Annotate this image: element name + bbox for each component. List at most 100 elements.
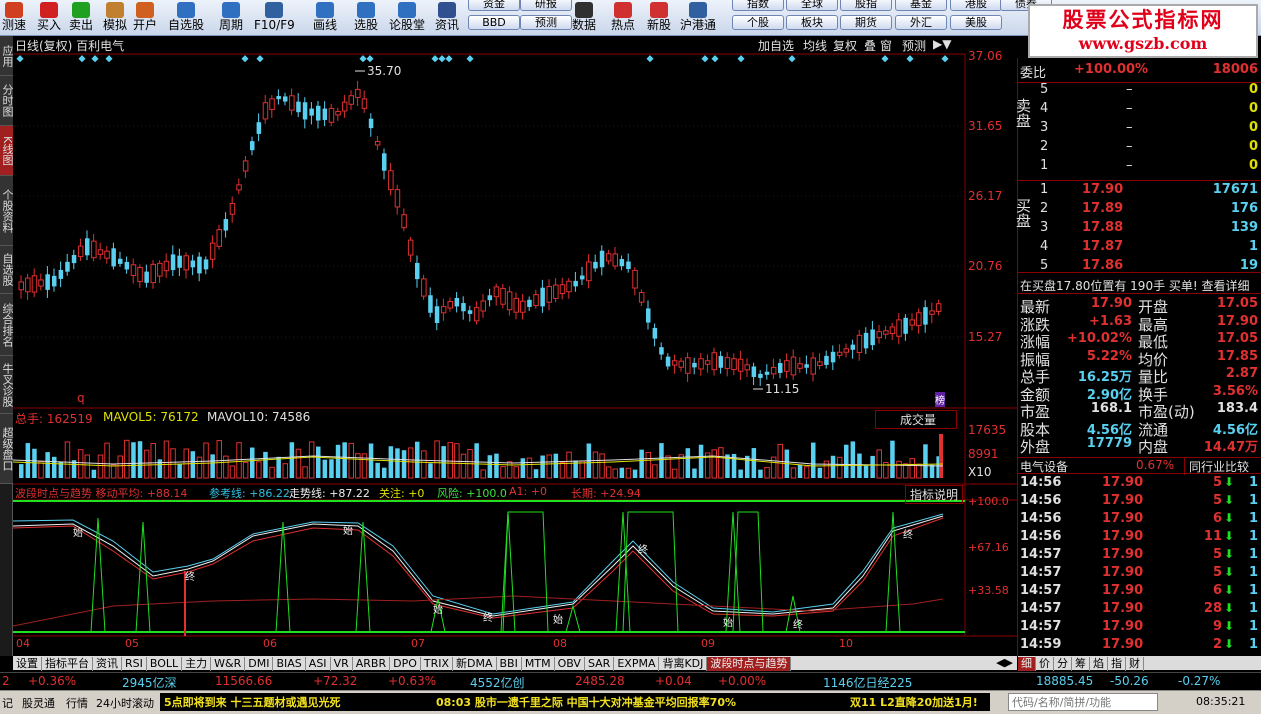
indicator-tab-5[interactable]: 主力 — [182, 657, 212, 671]
indicator-tab-4[interactable]: BOLL — [147, 657, 183, 671]
toolbar-speedometer-button[interactable]: 测速 — [0, 0, 28, 36]
indicator-tab-12[interactable]: DPO — [390, 657, 421, 671]
toolbar-hot-button[interactable]: 热点 — [608, 0, 638, 36]
indicator-tab-20[interactable]: 背离KDJ — [659, 657, 708, 671]
toolbar-sell-button[interactable]: 卖出 — [66, 0, 96, 36]
toolbar-filter-button[interactable]: 选股 — [350, 0, 382, 36]
left-tab-2[interactable]: K线图 — [0, 126, 14, 176]
volume-bar — [203, 442, 209, 479]
panel-tab-3[interactable]: 筹 — [1072, 657, 1090, 671]
vol-axis-label: 8991 — [968, 447, 999, 461]
pill-9[interactable]: 期货 — [840, 15, 892, 30]
indicator-tab-13[interactable]: TRIX — [421, 657, 454, 671]
indicator-tab-18[interactable]: SAR — [585, 657, 615, 671]
status-s3[interactable]: 行情 — [66, 695, 88, 711]
indicator-tab-8[interactable]: BIAS — [273, 657, 306, 671]
left-tab-4[interactable]: 自选股 — [0, 246, 14, 294]
toolbar-chat-button[interactable]: 论股堂 — [387, 0, 427, 36]
toolbar-new-button[interactable]: 新股 — [644, 0, 674, 36]
indicator-tab-2[interactable]: 资讯 — [93, 657, 122, 671]
news-ticker-2[interactable]: 08:03 股市一遗千里之际 中国十大对冲基金平均回报率70% — [436, 694, 736, 710]
indicator-tab-6[interactable]: W&R — [211, 657, 246, 671]
indicator-tab-19[interactable]: EXPMA — [614, 657, 660, 671]
pill-13[interactable]: 美股 — [950, 15, 1002, 30]
left-tab-3[interactable]: 个股资料 — [0, 176, 14, 246]
panel-tab-5[interactable]: 指 — [1108, 657, 1126, 671]
status-s2[interactable]: 股灵通 — [22, 695, 55, 711]
pill-4[interactable]: 指数 — [732, 0, 784, 11]
left-tab-7[interactable]: 超级盘口 — [0, 414, 14, 484]
panel-tab-0[interactable]: 细 — [1018, 657, 1036, 671]
indicator-tab-17[interactable]: OBV — [555, 657, 585, 671]
pill-8[interactable]: 股指 — [840, 0, 892, 11]
indicator-tab-7[interactable]: DMI — [245, 657, 274, 671]
pill-11[interactable]: 外汇 — [895, 15, 947, 30]
tick-flag: 1 — [1248, 619, 1258, 634]
news-ticker-3[interactable]: 双11 L2直降20加送1月! — [850, 694, 978, 710]
pill-12[interactable]: 港股 — [950, 0, 1002, 11]
toolbar-hk-button[interactable]: 沪港通 — [678, 0, 718, 36]
left-tab-5[interactable]: 综合排名 — [0, 294, 14, 356]
indicator-tab-1[interactable]: 指标平台 — [42, 657, 93, 671]
toolbar-calendar-button[interactable]: 周期 — [214, 0, 248, 36]
chart-btn-3[interactable]: 叠 — [864, 37, 876, 54]
volume-bar — [876, 449, 882, 479]
search-input[interactable] — [1008, 693, 1158, 711]
candle-body — [929, 310, 935, 315]
toolbar-hammer-button[interactable]: 模拟 — [100, 0, 130, 36]
pill-7[interactable]: 板块 — [786, 15, 838, 30]
kline-chart-area[interactable]: 日线(复权) 百利电气 加自选 均线 复权叠窗预测 ▶▼ 37.06 31.65 26.17 2… — [13, 36, 1017, 656]
price-axis-label: 26.17 — [968, 189, 1003, 203]
chart-btn-1[interactable]: 均线 — [803, 37, 827, 54]
panel-tab-2[interactable]: 分 — [1054, 657, 1072, 671]
chart-btn-2[interactable]: 复权 — [833, 37, 857, 54]
indicator-tab-10[interactable]: VR — [331, 657, 353, 671]
toolbar-f10-button[interactable]: F10/F9 — [254, 0, 295, 36]
toolbar-pe-button[interactable]: 数据 — [568, 0, 600, 36]
pill-0[interactable]: 资金 — [468, 0, 520, 11]
tick-price: 17.90 — [1102, 601, 1144, 616]
vol-select[interactable]: 成交量 — [875, 410, 958, 429]
candle-body — [454, 297, 460, 307]
chart-btn-4[interactable]: 窗 — [880, 37, 892, 54]
chart-btn-0[interactable]: 加自选 — [758, 37, 794, 54]
indicator-tab-0[interactable]: 设置 — [13, 657, 42, 671]
toolbar-pencil-button[interactable]: 画线 — [306, 0, 344, 36]
toolbar-account-button[interactable]: 开户 — [130, 0, 160, 36]
left-tab-0[interactable]: 应用 — [0, 36, 14, 76]
indicator-help-button[interactable]: 指标说明 — [905, 485, 964, 504]
sector-name[interactable]: 电气设备 — [1020, 458, 1068, 475]
indicator-tab-16[interactable]: MTM — [522, 657, 555, 671]
left-tab-6[interactable]: 牛叉诊股 — [0, 356, 14, 414]
signal-diamond-icon — [78, 55, 86, 63]
toolbar-buy-button[interactable]: 买入 — [34, 0, 64, 36]
chart-menu-arrow-icon[interactable]: ▶▼ — [933, 37, 951, 51]
chart-btn-5[interactable]: 预测 — [902, 37, 926, 54]
indicator-tab-3[interactable]: RSI — [122, 657, 147, 671]
ind-legend-5: A1: +0 — [509, 485, 547, 498]
pill-6[interactable]: 个股 — [732, 15, 784, 30]
tab-scroll-arrows-icon[interactable]: ◀▶ — [996, 656, 1013, 669]
news-ticker-1[interactable]: 5点即将到来 十三五题材或遇见光死 — [164, 694, 340, 710]
peer-compare-button[interactable]: 同行业比较 — [1184, 458, 1249, 475]
indicator-tab-9[interactable]: ASI — [306, 657, 331, 671]
pill-2[interactable]: BBD — [468, 15, 520, 30]
indicator-tab-14[interactable]: 新DMA — [453, 657, 497, 671]
left-tab-1[interactable]: 分时图 — [0, 76, 14, 126]
indicator-tab-21[interactable]: 波段时点与趋势 — [707, 657, 792, 671]
indicator-tab-11[interactable]: ARBR — [353, 657, 391, 671]
pill-10[interactable]: 基金 — [895, 0, 947, 11]
panel-tab-6[interactable]: 财 — [1126, 657, 1144, 671]
toolbar-plus-button[interactable]: 自选股 — [166, 0, 206, 36]
status-s4[interactable]: 24小时滚动 — [96, 695, 154, 711]
tick-time: 14:59 — [1020, 637, 1062, 652]
status-s1[interactable]: 记 — [2, 695, 13, 711]
pill-1[interactable]: 研报 — [520, 0, 572, 11]
buy-order-alert[interactable]: 在买盘17.80位置有 190手 买单! 查看详细 — [1018, 277, 1261, 294]
panel-tab-1[interactable]: 价 — [1036, 657, 1054, 671]
pill-3[interactable]: 预测 — [520, 15, 572, 30]
panel-tab-4[interactable]: 焰 — [1090, 657, 1108, 671]
toolbar-news-button[interactable]: 资讯 — [432, 0, 462, 36]
pill-5[interactable]: 全球 — [786, 0, 838, 11]
indicator-tab-15[interactable]: BBI — [497, 657, 522, 671]
